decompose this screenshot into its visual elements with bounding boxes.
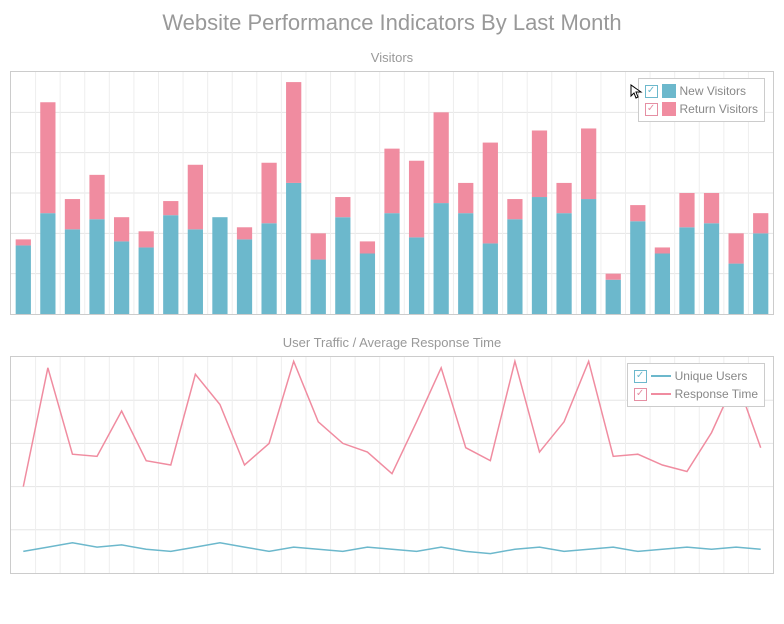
chart-visitors-title: Visitors <box>0 50 784 65</box>
chart-traffic-title: User Traffic / Average Response Time <box>0 335 784 350</box>
checkbox-icon[interactable]: ✓ <box>634 370 647 383</box>
legend-label: New Visitors <box>680 84 746 98</box>
swatch-new-visitors <box>662 84 676 98</box>
swatch-unique-users <box>651 375 671 377</box>
legend-row-new-visitors[interactable]: ✓ New Visitors <box>645 82 758 100</box>
swatch-response-time <box>651 393 671 395</box>
checkbox-icon[interactable]: ✓ <box>645 103 658 116</box>
legend-label: Response Time <box>675 387 758 401</box>
legend-traffic: ✓ Unique Users ✓ Response Time <box>627 363 765 407</box>
page-title: Website Performance Indicators By Last M… <box>0 0 784 50</box>
chart-traffic: ✓ Unique Users ✓ Response Time <box>10 356 774 574</box>
legend-visitors: ✓ New Visitors ✓ Return Visitors <box>638 78 765 122</box>
chart-visitors: ✓ New Visitors ✓ Return Visitors <box>10 71 774 315</box>
checkbox-icon[interactable]: ✓ <box>645 85 658 98</box>
legend-label: Return Visitors <box>680 102 758 116</box>
legend-row-response-time[interactable]: ✓ Response Time <box>634 385 758 403</box>
checkbox-icon[interactable]: ✓ <box>634 388 647 401</box>
legend-row-return-visitors[interactable]: ✓ Return Visitors <box>645 100 758 118</box>
legend-row-unique-users[interactable]: ✓ Unique Users <box>634 367 758 385</box>
legend-label: Unique Users <box>675 369 748 383</box>
swatch-return-visitors <box>662 102 676 116</box>
